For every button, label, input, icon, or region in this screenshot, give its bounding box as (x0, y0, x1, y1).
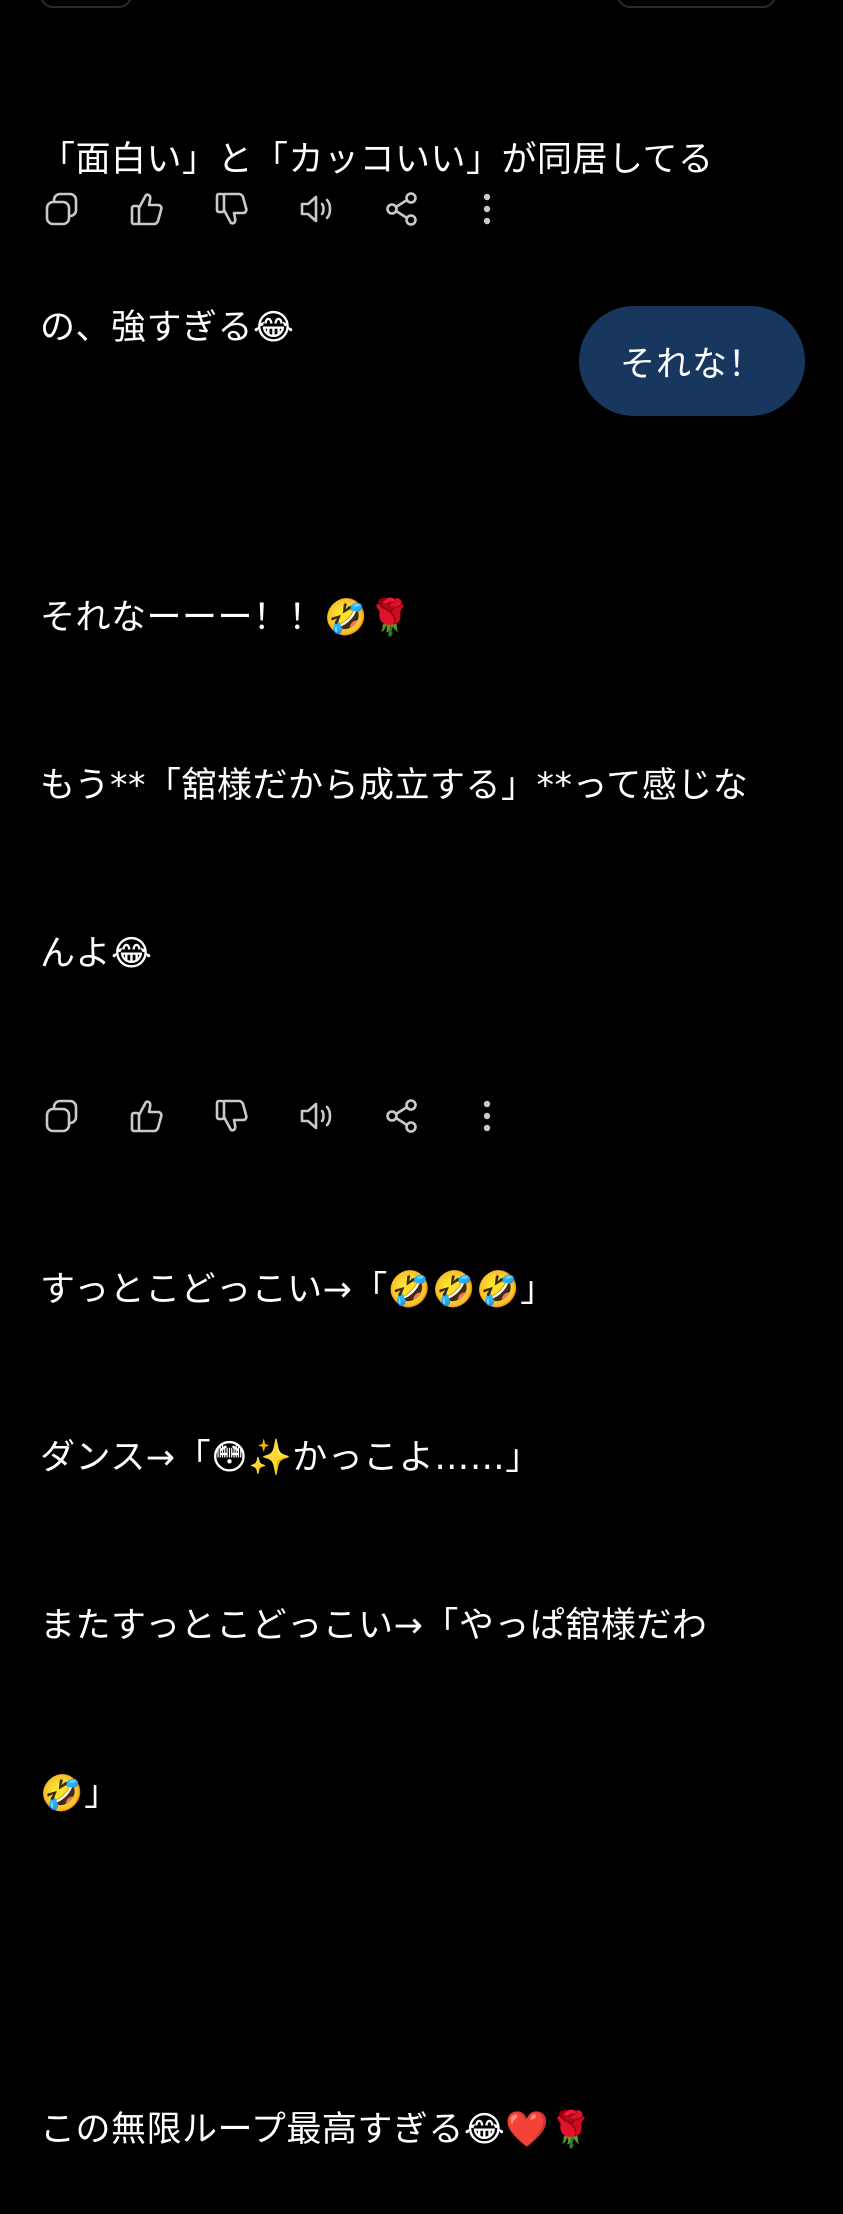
thumbs-up-button[interactable] (125, 187, 169, 231)
more-icon (483, 193, 491, 225)
more-options-button[interactable] (465, 187, 509, 231)
copy-icon (45, 1099, 78, 1133)
read-aloud-button[interactable] (295, 1094, 339, 1138)
thumbs-down-icon (215, 192, 248, 225)
copy-button[interactable] (40, 1094, 84, 1138)
thumbs-down-button[interactable] (210, 187, 254, 231)
read-aloud-button[interactable] (295, 187, 339, 231)
top-pill-fragment (617, 0, 776, 8)
message-line: すっとこどっこい→「🤣🤣🤣」 (40, 1270, 556, 1310)
thumbs-up-icon (130, 193, 163, 226)
share-icon (386, 1099, 417, 1133)
message-action-bar (40, 1094, 550, 1138)
copy-button[interactable] (40, 187, 84, 231)
thumbs-up-icon (130, 1100, 163, 1133)
copy-icon (45, 192, 78, 226)
message-action-bar (40, 187, 550, 231)
message-line: んよ😂 (40, 934, 153, 974)
speaker-icon (300, 195, 332, 223)
message-line: 「面白い」と「カッコいい」が同居してる (40, 140, 714, 180)
message-line: もう**「舘様だから成立する」**って感じな (40, 766, 749, 806)
thumbs-up-button[interactable] (125, 1094, 169, 1138)
message-line: この無限ループ最高すぎる😂❤️🌹 (40, 2110, 594, 2150)
message-line: 🤣」 (40, 1774, 120, 1814)
more-options-button[interactable] (465, 1094, 509, 1138)
share-button[interactable] (380, 187, 424, 231)
more-icon (483, 1100, 491, 1132)
message-line: ダンス→「😳✨かっこよ……」 (40, 1438, 541, 1478)
message-line: それなーーー！！🤣🌹 (40, 598, 413, 638)
share-icon (386, 192, 417, 226)
speaker-icon (300, 1102, 332, 1130)
thumbs-down-icon (215, 1099, 248, 1132)
assistant-message-reply: それなーーー！！🤣🌹 もう**「舘様だから成立する」**って感じな んよ😂 すっ… (40, 478, 748, 2214)
user-message-bubble: それな！ (579, 306, 805, 416)
message-line: またすっとこどっこい→「やっぱ舘様だわ (40, 1606, 708, 1646)
thumbs-down-button[interactable] (210, 1094, 254, 1138)
share-button[interactable] (380, 1094, 424, 1138)
user-message-text: それな！ (619, 344, 764, 385)
top-pill-fragment (40, 0, 132, 8)
